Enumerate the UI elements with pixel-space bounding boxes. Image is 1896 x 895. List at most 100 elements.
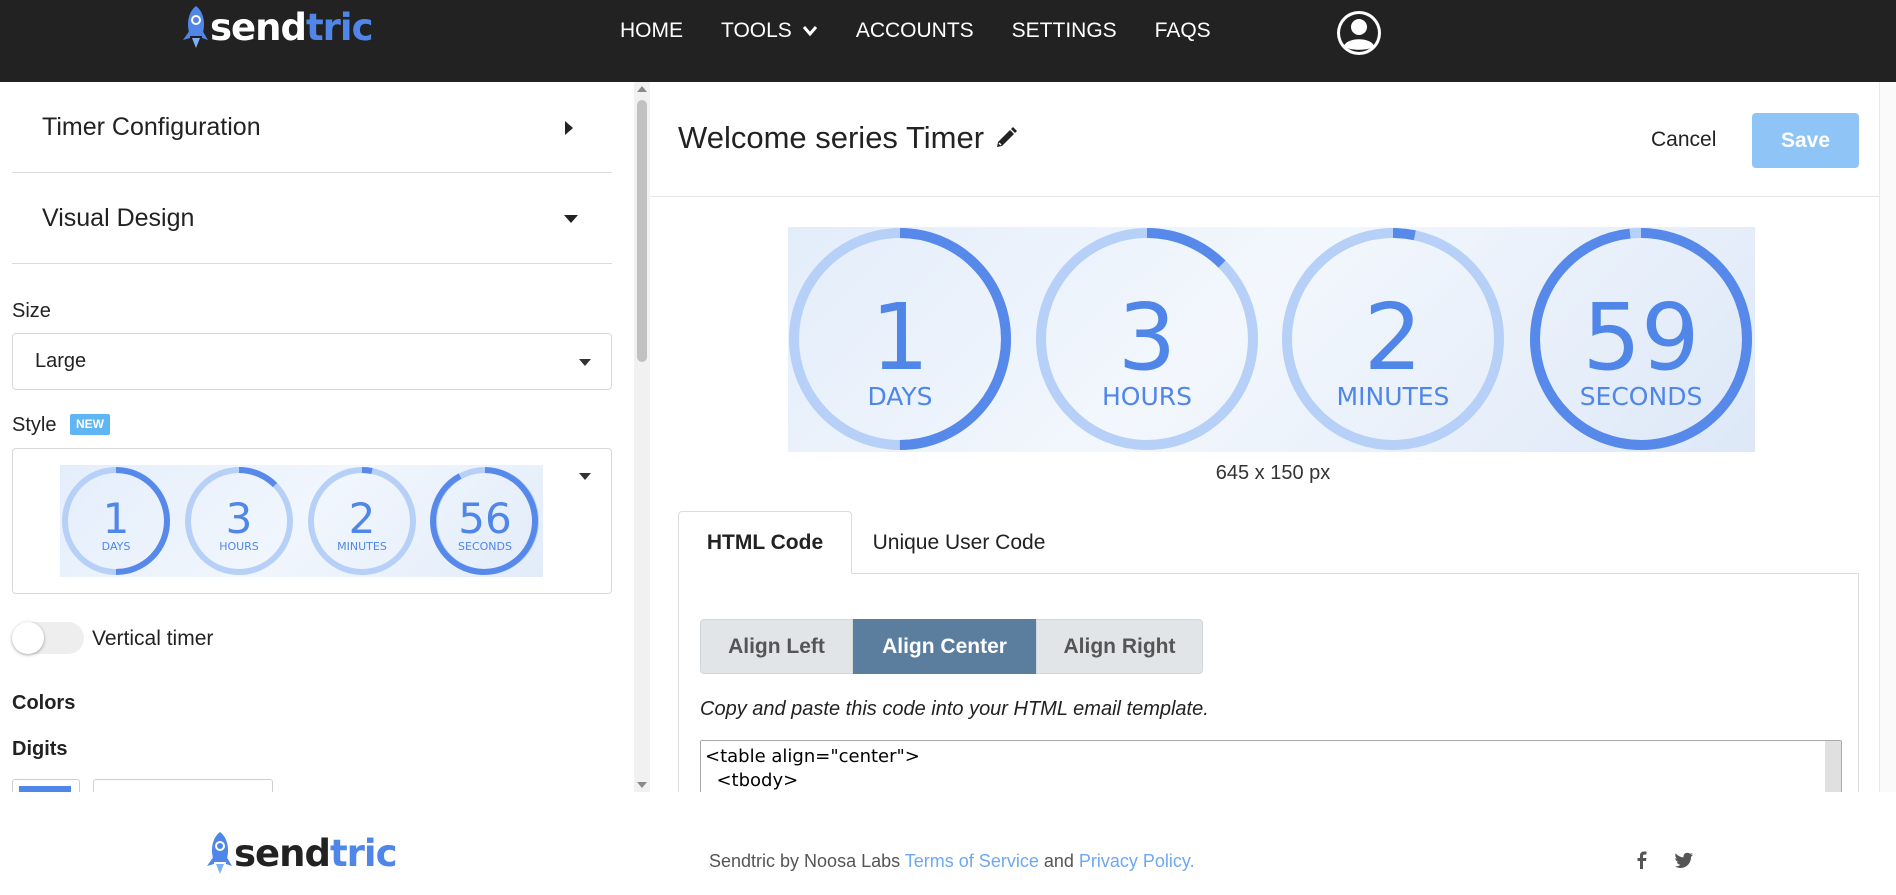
style-preview-minutes: 2 MINUTES: [308, 467, 416, 575]
style-preview-number: 56: [458, 494, 511, 543]
brand-name-part2: tric: [305, 5, 374, 49]
divider: [650, 196, 1896, 197]
style-label: Style: [12, 414, 57, 436]
timer-dimensions: 645 x 150 px: [1215, 462, 1331, 484]
timer-unit-hours: 3HOURS: [1036, 228, 1258, 450]
style-preview-number: 2: [349, 494, 376, 543]
terms-of-service-link[interactable]: Terms of Service: [905, 851, 1039, 871]
footer-brand-name: sendtric: [234, 831, 398, 875]
vertical-timer-label: Vertical timer: [92, 627, 214, 650]
timer-unit-minutes: 2MINUTES: [1282, 228, 1504, 450]
style-preview-days: 1 DAYS: [62, 467, 170, 575]
caret-down-icon: [564, 214, 578, 223]
accordion-visual-design[interactable]: Visual Design: [12, 174, 612, 264]
brand-logo[interactable]: sendtric: [180, 4, 374, 50]
nav-accounts[interactable]: ACCOUNTS: [856, 19, 974, 43]
nav-tools-label: TOOLS: [721, 19, 792, 42]
timer-number: 2: [1364, 284, 1423, 391]
digits-label: Digits: [12, 738, 68, 760]
html-code-textarea[interactable]: <table align="center"> <tbody>: [700, 740, 1842, 792]
footer-suffix: .: [1189, 851, 1195, 871]
style-select[interactable]: 1 DAYS 3 HOURS 2 MINUTES 56 SECONDS: [12, 448, 612, 594]
nav-home-label: HOME: [620, 19, 683, 42]
align-button-group: Align Left Align Center Align Right: [700, 619, 1203, 674]
footer-and: and: [1038, 851, 1079, 871]
tab-panel-border-right: [1858, 573, 1859, 792]
accordion-title: Timer Configuration: [42, 113, 261, 141]
caret-down-icon: [579, 358, 591, 366]
editor-panel: Welcome series Timer Cancel Save 1 DAYS 3 H…: [650, 82, 1896, 792]
style-preview-unit: DAYS: [102, 540, 131, 553]
style-preview-number: 1: [103, 494, 130, 543]
nav-accounts-label: ACCOUNTS: [855, 19, 974, 42]
accordion-timer-configuration[interactable]: Timer Configuration: [12, 83, 612, 173]
vertical-timer-toggle[interactable]: [12, 622, 84, 654]
digits-color-input[interactable]: [93, 779, 273, 792]
size-select-value: Large: [35, 350, 87, 372]
code-scrollbar[interactable]: [1825, 741, 1841, 792]
style-preview-unit: HOURS: [219, 540, 259, 553]
scroll-down-icon[interactable]: [637, 782, 647, 788]
save-button[interactable]: Save: [1752, 113, 1859, 168]
align-right-button[interactable]: Align Right: [1036, 619, 1203, 674]
main-nav: HOME TOOLS ACCOUNTS SETTINGS FAQS: [620, 19, 1249, 43]
footer-prefix: Sendtric by Noosa Labs: [709, 851, 905, 871]
timer-unit-label: MINUTES: [1337, 382, 1450, 411]
html-code-text: <table align="center"> <tbody>: [705, 746, 920, 791]
footer-brand-logo[interactable]: sendtric: [204, 830, 398, 876]
timer-rings: 1DAYS3HOURS2MINUTES59SECONDS: [789, 228, 1752, 450]
privacy-policy-link[interactable]: Privacy Policy: [1079, 851, 1190, 871]
scroll-thumb[interactable]: [637, 100, 647, 362]
align-center-button[interactable]: Align Center: [853, 619, 1036, 674]
settings-sidebar: Timer Configuration Visual Design Size L…: [0, 82, 635, 792]
timer-number: 1: [871, 284, 930, 391]
nav-settings[interactable]: SETTINGS: [1012, 19, 1117, 43]
copy-instructions: Copy and paste this code into your HTML …: [700, 698, 1209, 720]
style-preview-image: 1 DAYS 3 HOURS 2 MINUTES 56 SECONDS: [60, 465, 543, 577]
nav-faqs[interactable]: FAQS: [1155, 19, 1211, 43]
nav-settings-label: SETTINGS: [1011, 19, 1117, 42]
footer: sendtric Sendtric by Noosa Labs Terms of…: [0, 792, 1896, 895]
rocket-icon: [183, 6, 208, 48]
sidebar-scrollbar[interactable]: [634, 82, 650, 792]
nav-home[interactable]: HOME: [620, 19, 683, 43]
toggle-knob: [12, 622, 44, 654]
timer-title-text: Welcome series Timer: [678, 120, 985, 155]
nav-tools[interactable]: TOOLS: [721, 19, 818, 43]
style-preview-hours: 3 HOURS: [185, 467, 293, 575]
facebook-icon[interactable]: [1632, 850, 1652, 870]
chevron-down-icon: [802, 26, 817, 37]
timer-title[interactable]: Welcome series Timer: [678, 120, 1018, 156]
rocket-icon: [207, 832, 232, 874]
footer-credits: Sendtric by Noosa Labs Terms of Service …: [709, 851, 1195, 872]
page-scrollbar[interactable]: [1879, 82, 1896, 792]
timer-preview-image: 1DAYS3HOURS2MINUTES59SECONDS: [788, 227, 1755, 452]
user-avatar-icon[interactable]: [1335, 9, 1383, 57]
pencil-icon[interactable]: [994, 126, 1018, 150]
timer-unit-label: DAYS: [867, 382, 932, 411]
brand-name-part1: send: [210, 5, 307, 49]
timer-number: 59: [1582, 284, 1699, 391]
timer-unit-label: HOURS: [1102, 382, 1192, 411]
digits-color-swatch[interactable]: [12, 779, 80, 792]
brand-name-part1: send: [234, 831, 331, 875]
tab-html-code[interactable]: HTML Code: [678, 511, 852, 574]
tab-unique-user-code[interactable]: Unique User Code: [854, 511, 1064, 574]
accordion-title: Visual Design: [42, 204, 195, 232]
timer-unit-label: SECONDS: [1580, 382, 1703, 411]
nav-faqs-label: FAQS: [1154, 19, 1211, 42]
size-label: Size: [12, 300, 51, 322]
new-badge: NEW: [70, 414, 110, 435]
caret-down-icon: [579, 473, 591, 480]
size-select[interactable]: Large: [12, 333, 612, 390]
scroll-up-icon[interactable]: [637, 86, 647, 92]
style-preview-number: 3: [226, 494, 253, 543]
style-preview-seconds: 56 SECONDS: [430, 467, 539, 575]
twitter-icon[interactable]: [1674, 850, 1694, 870]
brand-name-part2: tric: [329, 831, 398, 875]
timer-unit-days: 1DAYS: [789, 228, 1011, 450]
timer-number: 3: [1118, 284, 1177, 391]
cancel-button[interactable]: Cancel: [1651, 128, 1716, 152]
colors-heading: Colors: [12, 692, 76, 714]
align-left-button[interactable]: Align Left: [700, 619, 853, 674]
